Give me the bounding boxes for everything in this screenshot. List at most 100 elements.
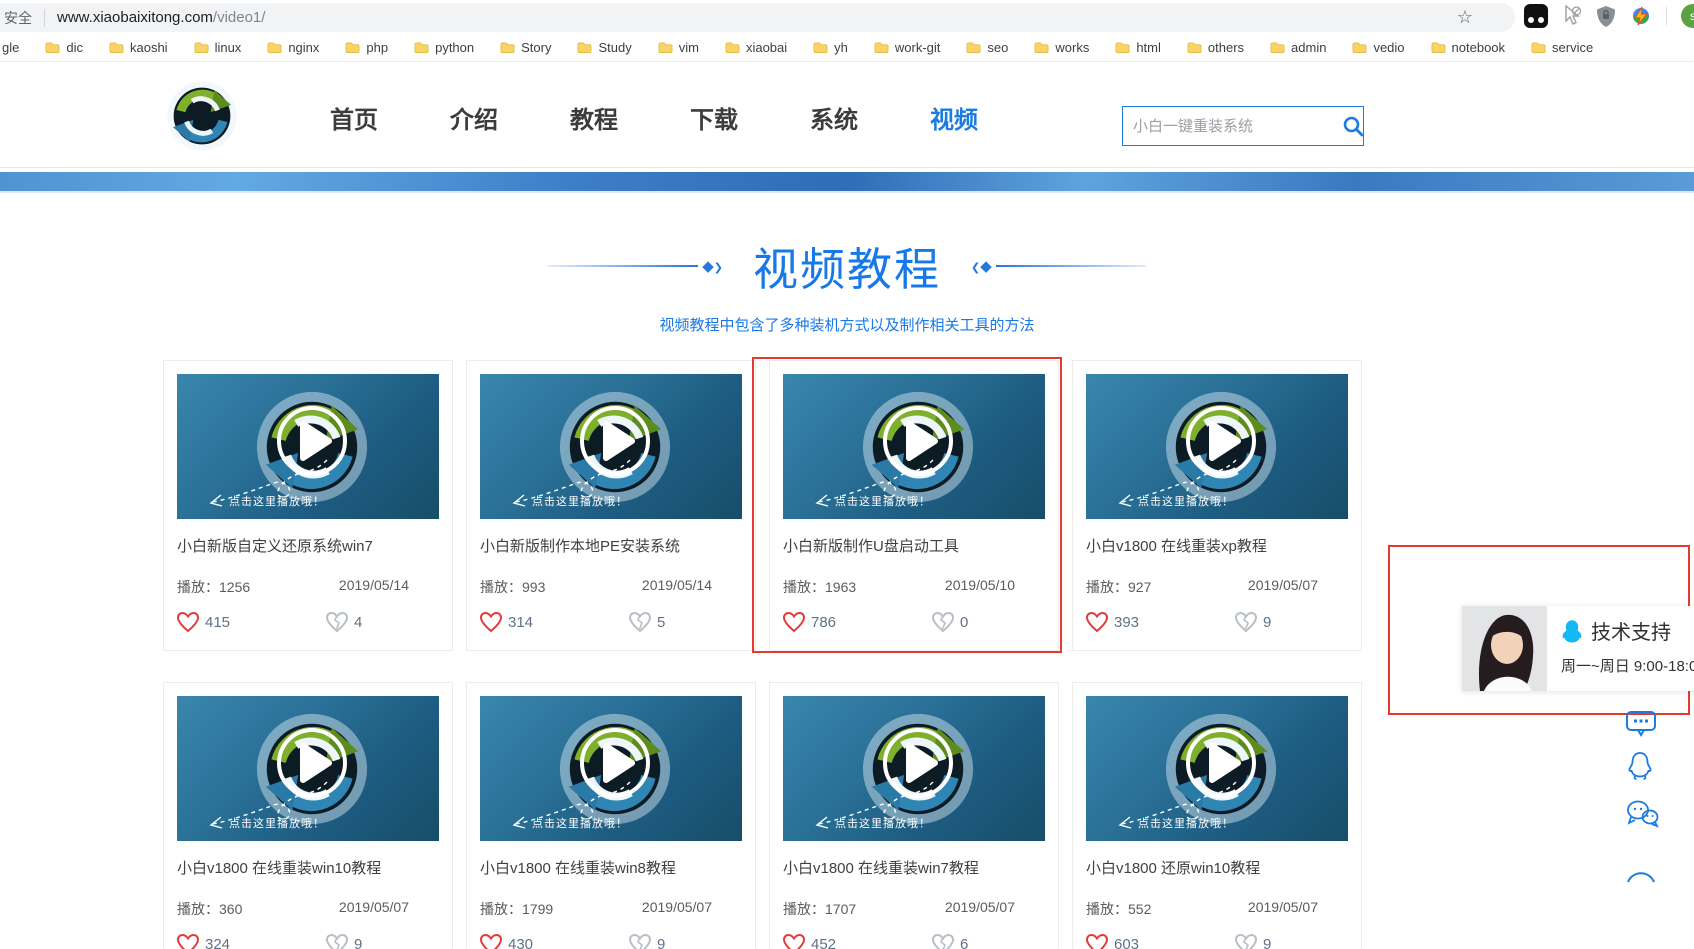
video-thumbnail[interactable]: 点击这里播放哦！: [177, 696, 439, 841]
video-thumbnail[interactable]: 点击这里播放哦！: [783, 374, 1045, 519]
video-card[interactable]: 点击这里播放哦！ 小白新版自定义还原系统win7 播放：1256 2019/05…: [163, 360, 453, 651]
thumb-caption: 点击这里播放哦！: [229, 815, 325, 831]
bookmark-item[interactable]: gle: [2, 40, 19, 55]
video-card[interactable]: 点击这里播放哦！ 小白v1800 还原win10教程 播放：552 2019/0…: [1072, 682, 1362, 949]
shield-extension-icon[interactable]: [1596, 5, 1616, 28]
dislike-heart-icon[interactable]: [326, 934, 348, 949]
qq-icon: [1561, 619, 1583, 643]
chat-message-icon[interactable]: [1625, 710, 1657, 743]
video-title[interactable]: 小白v1800 在线重装win7教程: [783, 857, 1045, 878]
video-card[interactable]: 点击这里播放哦！ 小白v1800 在线重装win7教程 播放：1707 2019…: [769, 682, 1059, 949]
bookmark-item[interactable]: php: [345, 40, 388, 55]
folder-icon: [1187, 41, 1202, 54]
video-thumbnail[interactable]: 点击这里播放哦！: [783, 696, 1045, 841]
nav-home[interactable]: 首页: [330, 100, 378, 135]
folder-icon: [1270, 41, 1285, 54]
video-card[interactable]: 点击这里播放哦！ 小白v1800 在线重装win10教程 播放：360 2019…: [163, 682, 453, 949]
qq-contact-icon[interactable]: [1625, 751, 1655, 788]
extension-dark-icon[interactable]: [1524, 4, 1548, 28]
dislike-heart-icon[interactable]: [629, 934, 651, 949]
security-label[interactable]: 安全: [4, 8, 32, 28]
address-separator: [44, 9, 45, 27]
bookmark-item[interactable]: others: [1187, 40, 1244, 55]
dislike-heart-icon[interactable]: [326, 612, 348, 632]
play-count: 播放：360: [177, 899, 242, 919]
like-heart-icon[interactable]: [177, 934, 199, 949]
bookmark-item[interactable]: html: [1115, 40, 1161, 55]
video-title[interactable]: 小白v1800 在线重装win10教程: [177, 857, 439, 878]
thumb-caption: 点击这里播放哦！: [835, 493, 931, 509]
like-heart-icon[interactable]: [1086, 612, 1108, 632]
video-thumbnail[interactable]: 点击这里播放哦！: [480, 696, 742, 841]
video-title[interactable]: 小白v1800 还原win10教程: [1086, 857, 1348, 878]
address-bar[interactable]: 安全 www.xiaobaixitong.com/video1/ ☆: [0, 3, 1515, 32]
search-button[interactable]: [1342, 107, 1364, 145]
bookmark-item[interactable]: vedio: [1352, 40, 1404, 55]
thumb-caption: 点击这里播放哦！: [1138, 815, 1234, 831]
nav-download[interactable]: 下载: [690, 100, 738, 135]
nav-tutorial[interactable]: 教程: [570, 100, 618, 135]
video-thumbnail[interactable]: 点击这里播放哦！: [1086, 374, 1348, 519]
bookmark-item[interactable]: linux: [194, 40, 242, 55]
bookmark-label: html: [1136, 40, 1161, 55]
page-url[interactable]: www.xiaobaixitong.com/video1/: [57, 9, 265, 26]
nav-system[interactable]: 系统: [810, 100, 858, 135]
play-count: 播放：1799: [480, 899, 553, 919]
bookmark-item[interactable]: dic: [45, 40, 83, 55]
bookmark-item[interactable]: yh: [813, 40, 848, 55]
bookmark-item[interactable]: seo: [966, 40, 1008, 55]
bookmark-item[interactable]: xiaobai: [725, 40, 787, 55]
partial-circle-icon[interactable]: [1625, 869, 1657, 888]
dislike-heart-icon[interactable]: [932, 934, 954, 949]
dislike-heart-icon[interactable]: [1235, 934, 1257, 949]
lightning-extension-icon[interactable]: [1630, 5, 1652, 27]
search-input[interactable]: [1123, 118, 1342, 135]
like-heart-icon[interactable]: [783, 934, 805, 949]
site-header: 首页 介绍 教程 下载 系统 视频: [0, 62, 1694, 168]
bookmark-item[interactable]: Story: [500, 40, 551, 55]
bookmark-item[interactable]: notebook: [1431, 40, 1506, 55]
like-heart-icon[interactable]: [1086, 934, 1108, 949]
bookmark-item[interactable]: admin: [1270, 40, 1326, 55]
video-thumbnail[interactable]: 点击这里播放哦！: [480, 374, 742, 519]
bookmark-item[interactable]: vim: [658, 40, 699, 55]
bookmark-item[interactable]: work-git: [874, 40, 941, 55]
dislike-heart-icon[interactable]: [629, 612, 651, 632]
video-thumbnail[interactable]: 点击这里播放哦！: [177, 374, 439, 519]
video-card[interactable]: 点击这里播放哦！ 小白新版制作U盘启动工具 播放：1963 2019/05/10…: [769, 360, 1059, 651]
bookmark-item[interactable]: kaoshi: [109, 40, 168, 55]
video-title[interactable]: 小白v1800 在线重装win8教程: [480, 857, 742, 878]
like-heart-icon[interactable]: [480, 934, 502, 949]
browser-profile-avatar[interactable]: s: [1681, 4, 1694, 28]
video-card[interactable]: 点击这里播放哦！ 小白v1800 在线重装xp教程 播放：927 2019/05…: [1072, 360, 1362, 651]
support-widget[interactable]: 技术支持 周一~周日 9:00-18:00: [1462, 606, 1694, 691]
video-title[interactable]: 小白新版制作本地PE安装系统: [480, 535, 742, 556]
wechat-icon[interactable]: [1625, 799, 1661, 834]
bookmark-item[interactable]: works: [1034, 40, 1089, 55]
like-heart-icon[interactable]: [177, 612, 199, 632]
video-title[interactable]: 小白v1800 在线重装xp教程: [1086, 535, 1348, 556]
play-count: 播放：1256: [177, 577, 250, 597]
like-heart-icon[interactable]: [480, 612, 502, 632]
nav-video[interactable]: 视频: [930, 100, 978, 135]
bookmark-item[interactable]: nginx: [267, 40, 319, 55]
bookmark-item[interactable]: python: [414, 40, 474, 55]
video-thumbnail[interactable]: 点击这里播放哦！: [1086, 696, 1348, 841]
video-card[interactable]: 点击这里播放哦！ 小白新版制作本地PE安装系统 播放：993 2019/05/1…: [466, 360, 756, 651]
bookmark-item[interactable]: Study: [577, 40, 631, 55]
like-count: 452: [811, 936, 836, 949]
like-heart-icon[interactable]: [783, 612, 805, 632]
bookmark-label: xiaobai: [746, 40, 787, 55]
video-title[interactable]: 小白新版自定义还原系统win7: [177, 535, 439, 556]
folder-icon: [1115, 41, 1130, 54]
site-logo-icon[interactable]: [165, 79, 239, 153]
cursor-extension-icon[interactable]: [1562, 5, 1582, 27]
video-title[interactable]: 小白新版制作U盘启动工具: [783, 535, 1045, 556]
video-date: 2019/05/07: [1248, 899, 1318, 919]
video-card[interactable]: 点击这里播放哦！ 小白v1800 在线重装win8教程 播放：1799 2019…: [466, 682, 756, 949]
bookmark-item[interactable]: service: [1531, 40, 1593, 55]
dislike-heart-icon[interactable]: [932, 612, 954, 632]
dislike-heart-icon[interactable]: [1235, 612, 1257, 632]
nav-intro[interactable]: 介绍: [450, 100, 498, 135]
bookmark-star-icon[interactable]: ☆: [1457, 7, 1473, 28]
